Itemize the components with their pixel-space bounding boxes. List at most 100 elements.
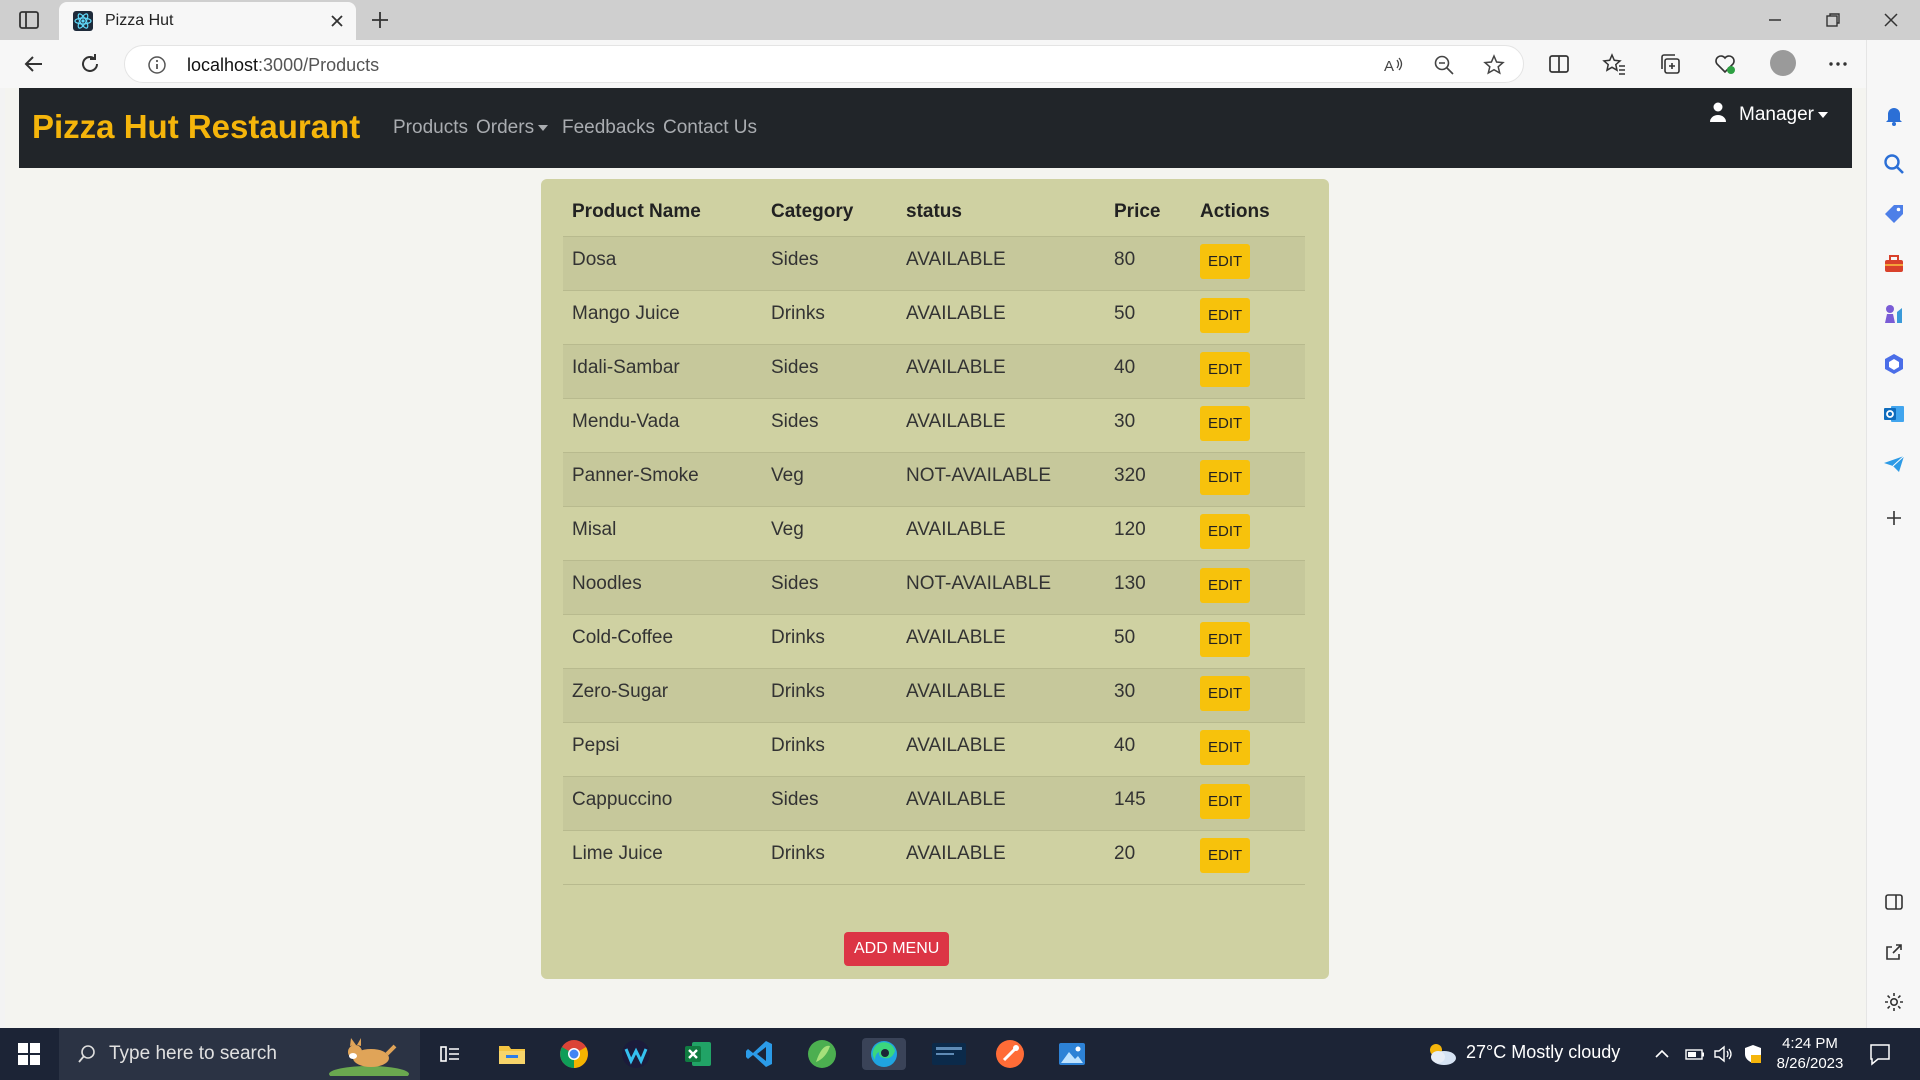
games-chess-icon[interactable] (1882, 302, 1906, 326)
excel-icon[interactable] (682, 1038, 714, 1070)
split-screen-icon[interactable] (1547, 52, 1571, 76)
edit-button[interactable]: EDIT (1200, 783, 1251, 819)
sidebar-panel-icon[interactable] (1882, 890, 1906, 914)
close-window-icon[interactable] (1880, 9, 1902, 31)
edit-button[interactable]: EDIT (1200, 621, 1251, 657)
products-table: Product Name Category status Price Actio… (563, 189, 1305, 885)
taskbar-search[interactable]: Type here to search (59, 1028, 420, 1080)
edit-button[interactable]: EDIT (1200, 297, 1251, 333)
brand-title[interactable]: Pizza Hut Restaurant (32, 108, 360, 146)
zoom-out-icon[interactable] (1433, 54, 1455, 76)
navbar: Pizza Hut Restaurant Products Orders Fee… (19, 88, 1852, 168)
table-header-row: Product Name Category status Price Actio… (563, 189, 1305, 237)
shopping-tag-icon[interactable] (1882, 202, 1906, 226)
battery-icon[interactable] (1684, 1044, 1706, 1064)
products-card: Product Name Category status Price Actio… (541, 179, 1329, 979)
weather-text[interactable]: 27°C Mostly cloudy (1466, 1042, 1620, 1063)
price-cell: 30 (1105, 398, 1191, 453)
category-cell: Sides (762, 236, 897, 291)
security-shield-icon[interactable] (1742, 1044, 1764, 1064)
edge-taskbar-icon[interactable] (862, 1038, 906, 1070)
postman-icon[interactable] (994, 1038, 1026, 1070)
webex-icon[interactable] (620, 1038, 652, 1070)
nav-link-feedbacks[interactable]: Feedbacks (562, 117, 655, 139)
address-bar[interactable]: localhost:3000/Products A (124, 45, 1524, 83)
edit-button[interactable]: EDIT (1200, 837, 1251, 873)
category-cell: Sides (762, 776, 897, 831)
new-tab-icon[interactable] (369, 9, 391, 31)
vscode-icon[interactable] (744, 1038, 776, 1070)
notification-bell-icon[interactable] (1882, 103, 1906, 127)
product-name-cell: Zero-Sugar (563, 668, 762, 723)
add-sidebar-icon[interactable] (1882, 506, 1906, 530)
nav-link-orders[interactable]: Orders (476, 117, 549, 139)
manager-dropdown[interactable]: Manager (1739, 104, 1828, 126)
external-link-icon[interactable] (1882, 940, 1906, 964)
status-cell: AVAILABLE (897, 830, 1105, 885)
microsoft-365-icon[interactable] (1882, 352, 1906, 376)
browser-essentials-icon[interactable] (1713, 52, 1737, 76)
photos-icon[interactable] (1056, 1038, 1088, 1070)
table-row: Cold-Coffee Drinks AVAILABLE 50 EDIT (563, 614, 1305, 669)
status-cell: AVAILABLE (897, 398, 1105, 453)
mysql-workbench-icon[interactable] (930, 1038, 968, 1070)
settings-gear-icon[interactable] (1882, 990, 1906, 1014)
favorite-star-icon[interactable] (1483, 54, 1505, 76)
collections-icon[interactable] (1658, 52, 1682, 76)
back-arrow-icon[interactable] (22, 52, 46, 76)
tools-briefcase-icon[interactable] (1882, 252, 1906, 276)
browser-toolbar: localhost:3000/Products A (0, 40, 1920, 88)
edit-button[interactable]: EDIT (1200, 513, 1251, 549)
edit-button[interactable]: EDIT (1200, 459, 1251, 495)
outlook-icon[interactable] (1882, 402, 1906, 426)
browser-tab[interactable]: Pizza Hut (59, 2, 356, 40)
chevron-down-icon (538, 124, 549, 131)
edit-button[interactable]: EDIT (1200, 405, 1251, 441)
category-cell: Drinks (762, 722, 897, 777)
file-explorer-icon[interactable] (496, 1038, 528, 1070)
category-cell: Drinks (762, 668, 897, 723)
price-cell: 40 (1105, 344, 1191, 399)
edit-button[interactable]: EDIT (1200, 675, 1251, 711)
restore-icon[interactable] (1822, 9, 1844, 31)
status-cell: NOT-AVAILABLE (897, 560, 1105, 615)
notifications-icon[interactable] (1866, 1040, 1894, 1068)
send-telegram-icon[interactable] (1882, 452, 1906, 476)
chrome-icon[interactable] (558, 1038, 590, 1070)
table-row: Noodles Sides NOT-AVAILABLE 130 EDIT (563, 560, 1305, 615)
taskbar-clock[interactable]: 4:24 PM 8/26/2023 (1770, 1034, 1850, 1074)
status-cell: AVAILABLE (897, 668, 1105, 723)
read-aloud-icon[interactable]: A (1383, 54, 1405, 76)
more-options-icon[interactable] (1826, 52, 1850, 76)
edit-button[interactable]: EDIT (1200, 567, 1251, 603)
windows-taskbar: Type here to search 27°C Mostly cloudy 4… (0, 1028, 1920, 1080)
minimize-icon[interactable] (1764, 9, 1786, 31)
windows-start-icon[interactable] (18, 1043, 40, 1065)
category-cell: Drinks (762, 614, 897, 669)
tab-actions-icon[interactable] (18, 9, 40, 31)
profile-avatar[interactable] (1770, 50, 1796, 76)
volume-icon[interactable] (1712, 1044, 1734, 1064)
weather-cloud-icon[interactable] (1424, 1038, 1458, 1070)
nav-link-products[interactable]: Products (393, 117, 468, 139)
edit-button[interactable]: EDIT (1200, 243, 1251, 279)
nav-link-contact-us[interactable]: Contact Us (663, 117, 757, 139)
table-row: Idali-Sambar Sides AVAILABLE 40 EDIT (563, 344, 1305, 399)
chevron-up-icon[interactable] (1652, 1044, 1672, 1064)
edit-button[interactable]: EDIT (1200, 351, 1251, 387)
refresh-icon[interactable] (78, 52, 102, 76)
edit-button[interactable]: EDIT (1200, 729, 1251, 765)
close-tab-icon[interactable] (328, 12, 346, 30)
product-name-cell: Panner-Smoke (563, 452, 762, 507)
site-info-icon[interactable] (147, 55, 167, 75)
search-icon[interactable] (1882, 152, 1906, 176)
add-menu-button[interactable]: ADD MENU (844, 932, 950, 966)
favorites-icon[interactable] (1602, 52, 1626, 76)
clock-time: 4:24 PM (1782, 1035, 1838, 1052)
task-view-icon[interactable] (434, 1038, 466, 1070)
mongodb-compass-icon[interactable] (806, 1038, 838, 1070)
header-product-name: Product Name (563, 189, 762, 237)
header-category: Category (762, 189, 897, 237)
url-path: :3000/Products (258, 55, 380, 75)
status-cell: AVAILABLE (897, 614, 1105, 669)
